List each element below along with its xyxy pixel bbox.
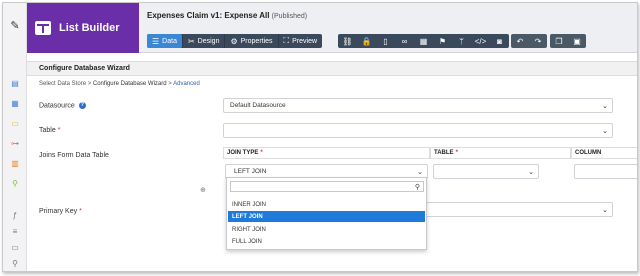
datasource-value: Default Datasource — [230, 102, 286, 109]
table-icon[interactable]: ▦ — [10, 99, 20, 109]
undo-redo-group: ↶ ↷ — [511, 34, 547, 48]
comment-icon[interactable]: ▭ — [10, 119, 20, 129]
panel-title: Configure Database Wizard — [27, 61, 637, 76]
required-mark: * — [79, 208, 82, 215]
camera-icon[interactable]: ◙ — [490, 34, 509, 48]
redo-icon[interactable]: ↷ — [529, 34, 547, 48]
tab-label: Preview — [292, 37, 318, 45]
building-icon[interactable]: ▦ — [414, 34, 433, 48]
data-icon: ☰ — [152, 36, 160, 46]
chevron-down-icon: ⌄ — [602, 128, 608, 135]
join-type-dropdown: ⚲ INNER JOIN LEFT JOIN RIGHT JOIN FULL J… — [226, 177, 427, 250]
dropdown-option-right-join[interactable]: RIGHT JOIN — [228, 224, 425, 235]
design-icon: ✂ — [187, 36, 195, 46]
list-builder-icon — [35, 21, 51, 35]
table-header-text: TABLE — [434, 150, 454, 156]
flag-icon[interactable]: ⚑ — [433, 34, 452, 48]
chevron-down-icon: ⌄ — [417, 169, 423, 176]
table-label: Table * — [39, 127, 60, 134]
app-window: ✎ ▤ ▦ ▭ ⊶ ▥ ⚲ ƒ ≡ ▭ ⚲ List Builder Expen… — [2, 2, 638, 272]
dropdown-option-full-join[interactable]: FULL JOIN — [228, 236, 425, 247]
breadcrumb-item[interactable]: Select Data Store — [39, 81, 86, 87]
copy-paste-group: ❐ ▣ — [550, 34, 586, 48]
pin-icon[interactable]: ⚲ — [10, 259, 20, 269]
breadcrumb-item[interactable]: Configure Database Wizard — [93, 81, 167, 87]
join-type-header-text: JOIN TYPE — [227, 150, 259, 156]
function-icon[interactable]: ƒ — [10, 211, 20, 221]
chevron-down-icon: ⌄ — [602, 103, 608, 110]
left-rail: ✎ ▤ ▦ ▭ ⊶ ▥ ⚲ ƒ ≡ ▭ ⚲ — [3, 3, 27, 271]
tab-label: Data — [162, 37, 177, 45]
breadcrumb-separator: > — [87, 81, 92, 87]
document-status: (Published) — [271, 13, 308, 20]
dropdown-option-inner-join[interactable]: INNER JOIN — [228, 199, 425, 210]
required-mark: * — [455, 150, 458, 156]
undo-icon[interactable]: ↶ — [511, 34, 529, 48]
breadcrumb: Select Data Store > Configure Database W… — [39, 81, 200, 87]
page-icon[interactable]: ▤ — [10, 79, 20, 89]
chevron-down-icon: ⌄ — [528, 169, 534, 176]
datasource-label: Datasource ? — [39, 102, 86, 109]
column-header: COLUMN — [571, 147, 637, 159]
breadcrumb-item[interactable]: Advanced — [173, 81, 200, 87]
primary-key-label-text: Primary Key — [39, 208, 78, 215]
paste-icon[interactable]: ▣ — [568, 34, 586, 48]
tab-label: Properties — [240, 37, 273, 45]
join-column-select[interactable] — [574, 164, 637, 179]
datasource-label-text: Datasource — [39, 102, 75, 110]
sitemap-icon[interactable]: ⊶ — [10, 139, 20, 149]
tab-properties[interactable]: ⚙ Properties — [225, 34, 279, 48]
stack-icon[interactable]: ≡ — [10, 227, 20, 237]
table-label-text: Table — [39, 127, 56, 134]
add-join-icon[interactable]: ⊕ — [200, 186, 206, 194]
search-icon: ⚲ — [414, 184, 420, 191]
edit-icon[interactable]: ✎ — [10, 21, 20, 32]
required-mark: * — [57, 127, 61, 134]
gear-icon: ⚙ — [230, 36, 238, 46]
help-icon[interactable]: ? — [78, 102, 86, 109]
mobile-icon[interactable]: ▯ — [376, 34, 395, 48]
file-icon[interactable]: ▭ — [10, 243, 20, 253]
lock-icon[interactable]: 🔒 — [357, 34, 376, 48]
tab-design[interactable]: ✂ Design — [183, 34, 226, 48]
app-brand: List Builder — [27, 3, 139, 53]
primary-key-label: Primary Key * — [39, 208, 82, 215]
join-type-value: LEFT JOIN — [234, 168, 267, 175]
dropdown-search-input[interactable]: ⚲ — [230, 181, 424, 192]
joins-label: Joins Form Data Table — [39, 152, 109, 159]
branch-icon[interactable]: ᛘ — [452, 34, 471, 48]
tab-data[interactable]: ☰ Data — [147, 34, 183, 48]
primary-key-select[interactable]: ⌄ — [423, 202, 613, 217]
document-title: Expenses Claim v1: Expense All (Publishe… — [147, 11, 307, 20]
hierarchy-icon[interactable]: ⛓ — [338, 34, 357, 48]
document-title-text: Expenses Claim v1: Expense All — [147, 11, 270, 20]
tool-group: ⛓ 🔒 ▯ ∞ ▦ ⚑ ᛘ </> ◙ — [338, 34, 509, 48]
required-mark: * — [260, 150, 263, 156]
tab-preview[interactable]: ⛶ Preview — [279, 34, 323, 48]
copy-icon[interactable]: ❐ — [550, 34, 568, 48]
join-table-select[interactable]: ⌄ — [433, 164, 539, 179]
dropdown-option-left-join[interactable]: LEFT JOIN — [228, 211, 425, 222]
view-tabs: ☰ Data ✂ Design ⚙ Properties ⛶ Preview — [147, 34, 323, 48]
table-header: TABLE * — [430, 147, 571, 159]
datasource-select[interactable]: Default Datasource ⌄ — [223, 98, 613, 113]
join-type-header: JOIN TYPE * — [223, 147, 430, 159]
table-select[interactable]: ⌄ — [223, 123, 613, 138]
code-icon[interactable]: </> — [471, 34, 490, 48]
glasses-icon[interactable]: ∞ — [395, 34, 414, 48]
breadcrumb-separator: > — [168, 81, 172, 87]
app-name: List Builder — [59, 22, 120, 34]
document-icon[interactable]: ▥ — [10, 159, 20, 169]
header-bar: Expenses Claim v1: Expense All (Publishe… — [139, 3, 637, 53]
chevron-down-icon: ⌄ — [602, 207, 608, 214]
tab-label: Design — [197, 37, 220, 45]
key-icon[interactable]: ⚲ — [10, 179, 20, 189]
preview-icon: ⛶ — [283, 36, 290, 45]
